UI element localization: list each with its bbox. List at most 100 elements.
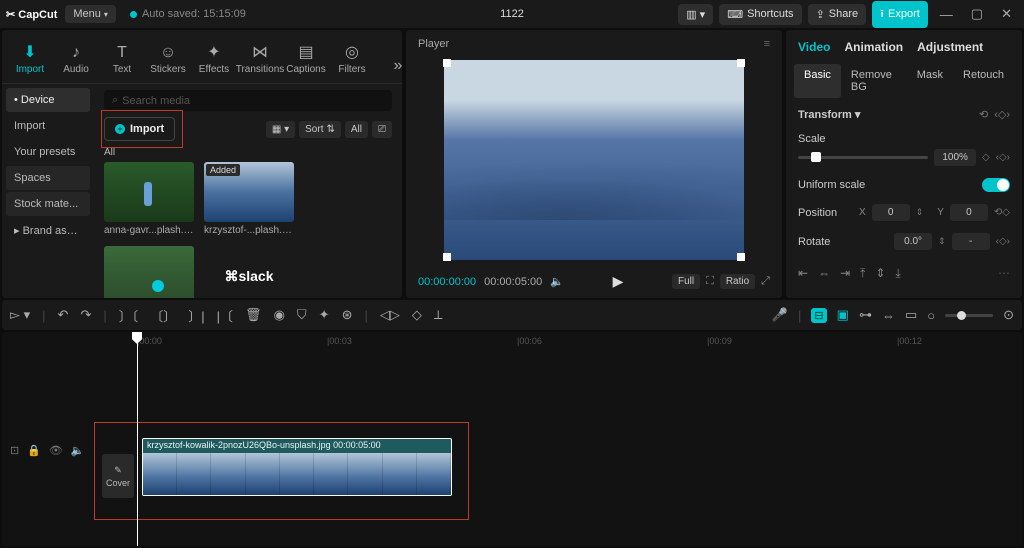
menu-button[interactable]: Menu ▾ [65, 5, 116, 23]
rotate-icon[interactable]: ◇ [412, 307, 422, 323]
zoom-out-icon[interactable]: ○ [927, 308, 935, 323]
scale-slider[interactable] [798, 156, 928, 159]
shortcuts-button[interactable]: ⌨ Shortcuts [719, 4, 801, 25]
subtab-mask[interactable]: Mask [907, 64, 953, 98]
subtab-basic[interactable]: Basic [794, 64, 841, 98]
rot-kf-icon[interactable]: ‹◇› [996, 236, 1010, 247]
redo-icon[interactable]: ↷ [80, 307, 91, 323]
tab-audio[interactable]: ♪Audio [54, 40, 98, 79]
uniform-toggle[interactable] [982, 178, 1010, 192]
zoom-slider[interactable] [945, 314, 993, 317]
link-icon[interactable]: ⊶ [859, 307, 872, 323]
tab-effects[interactable]: ✦Effects [192, 38, 236, 79]
chevron-right-icon: » [394, 57, 403, 75]
trim-left-icon[interactable]: 〔〕 [150, 306, 176, 325]
filter-icon[interactable]: ⎚ [372, 121, 392, 138]
layout-icon[interactable]: ▥ ▾ [678, 4, 713, 25]
delete-icon[interactable]: 🗑 [245, 307, 262, 323]
sidebar-item-spaces[interactable]: Spaces [6, 166, 90, 190]
rotate-value[interactable]: 0.0° [894, 233, 932, 250]
preview-icon[interactable]: ▭ [905, 307, 917, 323]
undo-icon[interactable]: ↶ [58, 307, 69, 323]
align-left-icon[interactable]: ⇤ [798, 266, 808, 281]
rot-stepper[interactable]: ⇕ [938, 236, 946, 247]
zoom-fit-icon[interactable]: ⊙ [1003, 307, 1014, 323]
export-button[interactable]: ⭱ Export [872, 1, 928, 28]
position-x[interactable]: 0 [872, 204, 910, 221]
mirror-value[interactable]: - [952, 233, 990, 250]
align-right-icon[interactable]: ⇥ [840, 266, 850, 281]
track-icon[interactable]: ⇔ [882, 308, 895, 323]
sidebar-item-import[interactable]: Import [6, 114, 90, 138]
player-menu-icon[interactable]: ≡ [764, 38, 770, 50]
align-center-v-icon[interactable]: ⇕ [875, 266, 885, 281]
tab-stickers[interactable]: ☺Stickers [146, 40, 190, 79]
subtab-retouch[interactable]: Retouch [953, 64, 1014, 98]
maximize-player-icon[interactable]: ⤢ [761, 275, 770, 288]
media-item[interactable]: anna-gavr...plash.jpg [104, 162, 194, 236]
record-icon[interactable]: ◉ [274, 307, 285, 323]
close-icon[interactable]: ✕ [995, 2, 1018, 26]
search-input[interactable]: ⌕Search media [104, 90, 392, 111]
sidebar-item-presets[interactable]: Your presets [6, 140, 90, 164]
media-item[interactable]: Added krzysztof-...plash.jpg [204, 162, 294, 236]
snap-icon[interactable]: ▣ [837, 307, 849, 323]
maximize-icon[interactable]: ▢ [965, 2, 989, 26]
enhance-icon[interactable]: ⊛ [342, 307, 353, 323]
keyframe-icon[interactable]: ‹◇› [994, 108, 1010, 121]
sidebar-item-stock[interactable]: Stock mate... [6, 192, 90, 216]
view-grid-icon[interactable]: ▦ ▾ [266, 121, 295, 138]
reset-icon[interactable]: ⟲ [979, 108, 988, 121]
tab-animation[interactable]: Animation [844, 40, 903, 54]
align-more-icon[interactable]: ⋯ [998, 266, 1010, 281]
mute-icon[interactable]: 🔈 [71, 444, 85, 457]
timeline-ruler[interactable]: |00:00 |00:03 |00:06 |00:09 |00:12 [2, 332, 1022, 354]
scale-value[interactable]: 100% [934, 149, 976, 166]
sort-button[interactable]: Sort ⇅ [299, 121, 341, 138]
x-stepper[interactable]: ⇕ [916, 207, 924, 218]
fullscreen-button[interactable]: Full [672, 274, 700, 289]
position-y[interactable]: 0 [950, 204, 988, 221]
shield-icon[interactable]: ⛉ [297, 307, 307, 323]
collapse-icon[interactable]: ⊡ [10, 444, 19, 457]
import-button[interactable]: +Import [104, 117, 175, 141]
ai-icon[interactable]: ✦ [319, 307, 330, 323]
tab-filters[interactable]: ◎Filters [330, 38, 374, 79]
trim-icon[interactable]: |〔 [217, 306, 233, 325]
align-center-h-icon[interactable]: ⇔ [818, 266, 830, 281]
split-icon[interactable]: 〕〔 [119, 306, 139, 325]
select-tool-icon[interactable]: ▻ ▾ [10, 307, 30, 323]
align-top-icon[interactable]: ⤒ [860, 266, 865, 281]
tab-transitions[interactable]: ⋈Transitions [238, 38, 282, 79]
scale-kf-icon[interactable]: ‹◇› [996, 152, 1010, 163]
mic-icon[interactable]: 🎤 [772, 307, 788, 323]
minimize-icon[interactable]: — [934, 3, 959, 26]
subtab-removebg[interactable]: Remove BG [841, 64, 907, 98]
volume-icon[interactable]: 🔈 [550, 275, 564, 288]
align-bottom-icon[interactable]: ⤓ [896, 266, 901, 281]
scale-stepper[interactable]: ◇ [982, 152, 990, 163]
crop-icon[interactable]: ⟂ [434, 307, 443, 323]
visibility-icon[interactable]: 👁 [49, 444, 63, 457]
mirror-icon[interactable]: ◁▷ [380, 307, 400, 323]
media-item[interactable]: guillaume...plash.jpg [104, 246, 194, 298]
sidebar-item-device[interactable]: • Device [6, 88, 90, 112]
tab-video[interactable]: Video [798, 40, 830, 54]
tab-text[interactable]: TText [100, 40, 144, 79]
sidebar-item-brand[interactable]: ▸ Brand assets [6, 218, 90, 243]
play-button[interactable]: ▶ [613, 273, 624, 290]
tab-captions[interactable]: ▤Captions [284, 38, 328, 79]
magnet-on-icon[interactable]: ⊟ [811, 308, 826, 323]
pos-kf-icon[interactable]: ⟲◇ [994, 207, 1010, 218]
lock-icon[interactable]: 🔒 [27, 444, 41, 457]
filter-all-button[interactable]: All [345, 121, 368, 138]
playhead[interactable] [137, 332, 138, 546]
expand-icon[interactable]: ⛶ [706, 275, 714, 288]
share-button[interactable]: ⇪ Share [808, 4, 867, 25]
tab-adjustment[interactable]: Adjustment [917, 40, 983, 54]
ratio-button[interactable]: Ratio [720, 274, 755, 289]
trim-right-icon[interactable]: 〕| [188, 306, 204, 325]
preview-canvas[interactable] [444, 60, 744, 260]
tab-import[interactable]: ⬇Import [8, 38, 52, 79]
media-item[interactable]: ⌘slack scott-web...plash.jpg [204, 246, 294, 298]
